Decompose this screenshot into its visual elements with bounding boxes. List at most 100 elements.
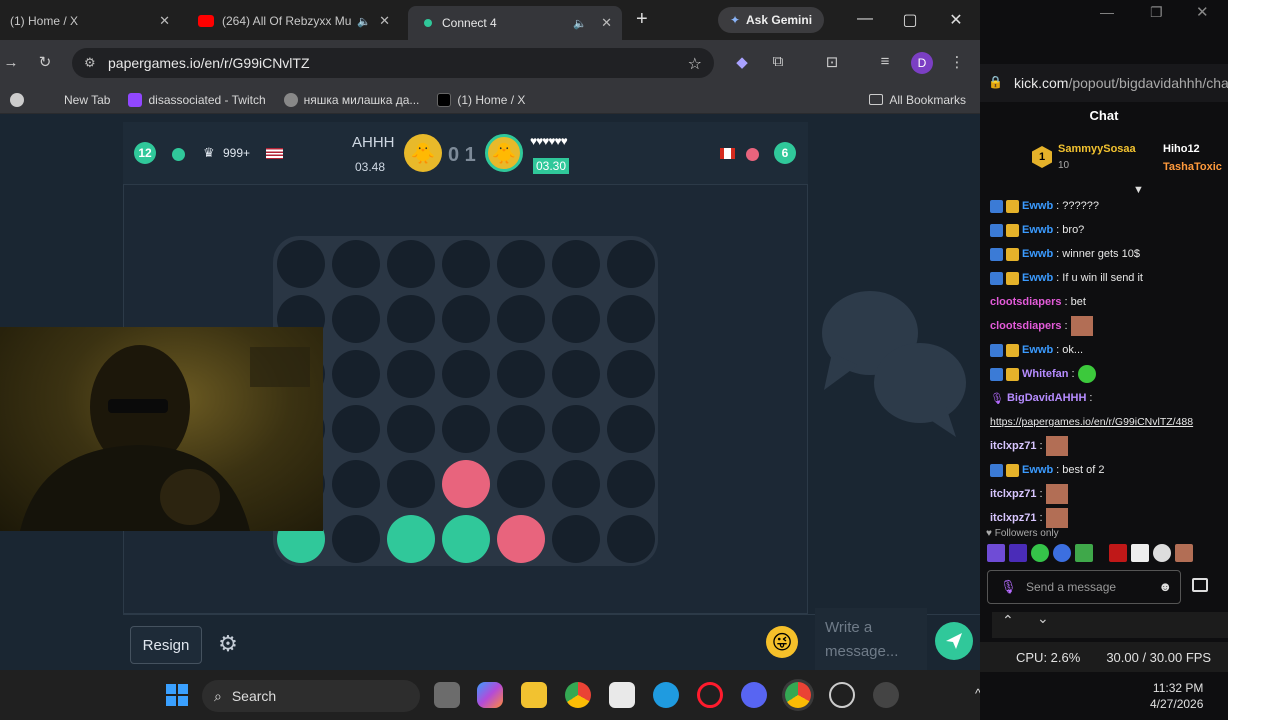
chat-username[interactable]: Ewwb (1022, 248, 1053, 260)
close-tab-icon[interactable]: ✕ (379, 13, 390, 29)
settings-gear-icon[interactable]: ⚙ (214, 630, 242, 658)
speaker-icon[interactable]: 🔈 (573, 17, 587, 30)
board-piece-pink[interactable] (442, 460, 490, 508)
system-clock[interactable]: 11:32 PM 4/27/2026 (1150, 680, 1203, 712)
chat-username[interactable]: itclxpz71 (990, 488, 1036, 500)
emote-icon[interactable] (1009, 544, 1027, 562)
board-cell-empty[interactable] (387, 405, 435, 453)
speaker-icon[interactable]: 🔈 (357, 15, 371, 28)
chrome-active-icon[interactable] (785, 682, 811, 708)
discord-icon[interactable] (741, 682, 767, 708)
bookmark-nyashka[interactable]: няшка милашка да... (283, 92, 419, 107)
chat-username[interactable]: Ewwb (1022, 464, 1053, 476)
close-tab-icon[interactable]: ✕ (601, 15, 612, 31)
board-piece-pink[interactable] (497, 515, 545, 563)
taskbar-search[interactable]: ⌕ Search (202, 680, 420, 712)
site-info-icon[interactable]: ⚙ (84, 55, 96, 71)
board-cell-empty[interactable] (332, 515, 380, 563)
bookmark-star-icon[interactable]: ☆ (688, 54, 702, 74)
board-piece-teal[interactable] (442, 515, 490, 563)
chat-username[interactable]: Ewwb (1022, 272, 1053, 284)
popup-restore-icon[interactable]: ❐ (1150, 4, 1163, 21)
top-user-1[interactable]: Hiho12 (1163, 143, 1200, 155)
board-cell-empty[interactable] (332, 405, 380, 453)
extension-ghost-icon[interactable]: ◆ (731, 53, 753, 71)
apps-icon[interactable] (10, 92, 24, 107)
top-user-2[interactable]: TashaToxic (1163, 161, 1222, 173)
send-message-button[interactable] (935, 622, 973, 660)
kick-message-input[interactable]: 🎙 Send a message ☻ (987, 570, 1181, 604)
emote-icon[interactable] (1031, 544, 1049, 562)
bookmark-twitch[interactable]: disassociated - Twitch (128, 92, 266, 107)
game-message-input[interactable]: Write a message... (815, 608, 927, 670)
emote-icon[interactable] (1109, 544, 1127, 562)
profile-avatar[interactable]: D (911, 52, 933, 74)
chat-username[interactable]: clootsdiapers (990, 296, 1062, 308)
board-cell-empty[interactable] (497, 350, 545, 398)
emote-icon[interactable] (1153, 544, 1171, 562)
opera-icon[interactable] (697, 682, 723, 708)
close-tab-icon[interactable]: ✕ (159, 13, 170, 29)
board-cell-empty[interactable] (497, 240, 545, 288)
chat-username[interactable]: Whitefan (1022, 368, 1068, 380)
close-window-icon[interactable]: ✕ (946, 10, 966, 30)
chat-username[interactable]: clootsdiapers (990, 320, 1062, 332)
chat-username[interactable]: Ewwb (1022, 344, 1053, 356)
move-up-icon[interactable]: ⌃ (1002, 612, 1014, 629)
emote-icon[interactable] (1053, 544, 1071, 562)
windows-start-icon[interactable] (166, 684, 188, 706)
board-cell-empty[interactable] (552, 405, 600, 453)
emote-icon[interactable] (1075, 544, 1093, 562)
board-cell-empty[interactable] (387, 350, 435, 398)
all-bookmarks-button[interactable]: All Bookmarks (869, 93, 966, 107)
chat-username[interactable]: itclxpz71 (990, 512, 1036, 524)
task-view-icon[interactable] (434, 682, 460, 708)
file-explorer-icon[interactable] (521, 682, 547, 708)
popup-minimize-icon[interactable]: — (1100, 4, 1114, 20)
store-icon[interactable] (1192, 578, 1208, 592)
kick-address-bar[interactable]: 🔒 kick.com/popout/bigdavidahhh/cha (980, 64, 1228, 102)
bookmark-x-home[interactable]: (1) Home / X (437, 92, 525, 107)
obs-icon[interactable] (873, 682, 899, 708)
media-control-icon[interactable]: ≡ (874, 53, 896, 70)
address-bar[interactable]: ⚙ papergames.io/en/r/G99iCNvlTZ ☆ (72, 48, 714, 78)
ask-gemini-button[interactable]: ✦ Ask Gemini (718, 7, 824, 33)
board-cell-empty[interactable] (607, 405, 655, 453)
board-cell-empty[interactable] (387, 460, 435, 508)
board-cell-empty[interactable] (552, 295, 600, 343)
store-icon[interactable] (609, 682, 635, 708)
move-down-icon[interactable]: ⌄ (1037, 610, 1049, 627)
new-tab-plus-icon[interactable]: + (636, 8, 648, 31)
emote-icon[interactable] (987, 544, 1005, 562)
tab-x-home[interactable]: (1) Home / X ✕ (0, 6, 180, 36)
tab-search-icon[interactable]: ⊡ (821, 53, 843, 71)
bookmark-new-tab[interactable]: New Tab (64, 93, 110, 107)
emote-icon[interactable] (1175, 544, 1193, 562)
board-cell-empty[interactable] (607, 460, 655, 508)
board-cell-empty[interactable] (497, 295, 545, 343)
board-cell-empty[interactable] (607, 295, 655, 343)
emoji-icon[interactable]: ☻ (1158, 579, 1172, 594)
board-cell-empty[interactable] (552, 515, 600, 563)
emote-icon[interactable] (1131, 544, 1149, 562)
board-cell-empty[interactable] (607, 350, 655, 398)
maximize-icon[interactable]: ▢ (900, 10, 920, 30)
board-cell-empty[interactable] (552, 350, 600, 398)
board-piece-teal[interactable] (387, 515, 435, 563)
resign-button[interactable]: Resign (130, 626, 202, 664)
chat-username[interactable]: itclxpz71 (990, 440, 1036, 452)
board-cell-empty[interactable] (442, 240, 490, 288)
menu-kebab-icon[interactable]: ⋮ (946, 53, 968, 71)
board-cell-empty[interactable] (497, 460, 545, 508)
board-cell-empty[interactable] (442, 295, 490, 343)
board-cell-empty[interactable] (332, 350, 380, 398)
board-cell-empty[interactable] (497, 405, 545, 453)
board-cell-empty[interactable] (332, 460, 380, 508)
board-cell-empty[interactable] (442, 350, 490, 398)
chrome-icon[interactable] (565, 682, 591, 708)
board-cell-empty[interactable] (277, 240, 325, 288)
tab-youtube[interactable]: (264) All Of Rebzyxx Mu 🔈 ✕ (188, 6, 400, 36)
board-cell-empty[interactable] (442, 405, 490, 453)
chat-username[interactable]: BigDavidAHHH (1007, 392, 1086, 404)
chat-link[interactable]: https://papergames.io/en/r/G99iCNvlTZ/48… (990, 416, 1193, 428)
